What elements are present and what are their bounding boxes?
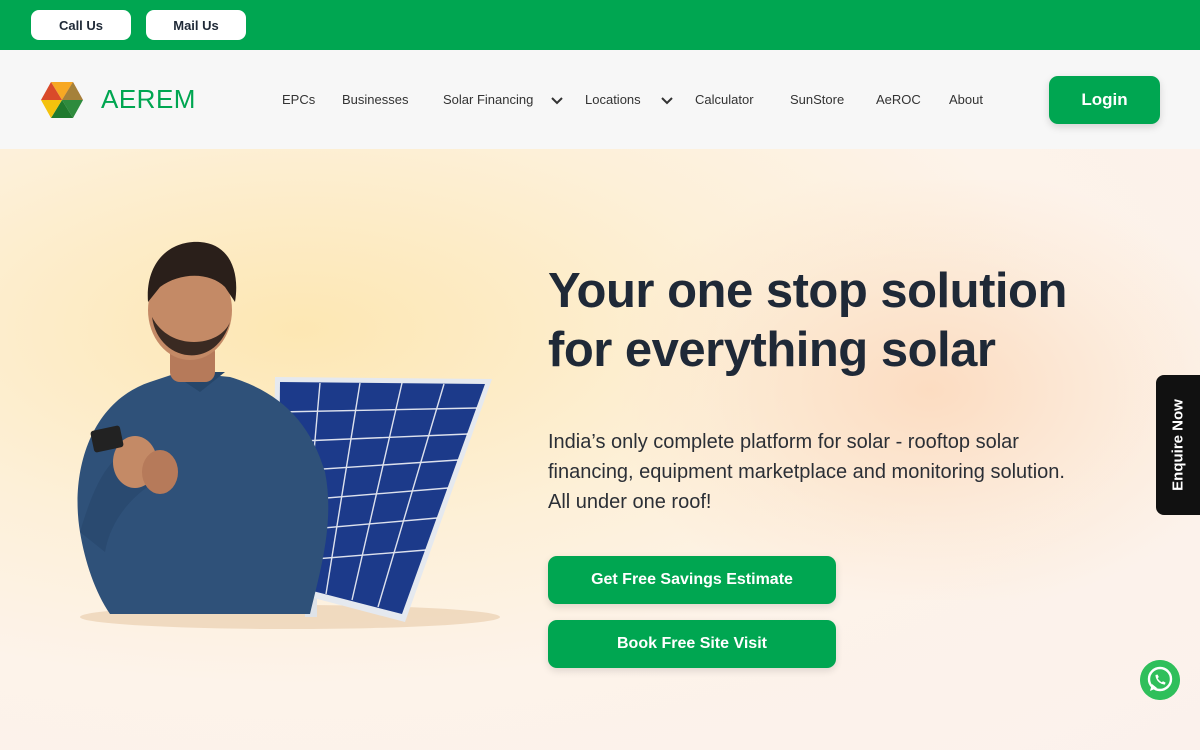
hero-illustration [77, 241, 500, 629]
hero-headline-line-1: Your one stop solution [548, 264, 1067, 318]
site-header: AEREM EPCs Businesses Solar Financing Lo… [0, 50, 1200, 149]
hero-headline: Your one stop solution for everything so… [548, 262, 1148, 380]
nav-item-locations[interactable]: Locations [585, 92, 641, 107]
book-free-site-visit-button[interactable]: Book Free Site Visit [548, 620, 836, 668]
whatsapp-icon[interactable] [1140, 660, 1180, 700]
get-free-savings-estimate-button[interactable]: Get Free Savings Estimate [548, 556, 836, 604]
hero-subtext-line-3: All under one roof! [548, 491, 712, 513]
enquire-now-label: Enquire Now [1169, 399, 1187, 491]
mail-us-button[interactable]: Mail Us [146, 10, 246, 40]
nav-item-businesses[interactable]: Businesses [342, 92, 408, 107]
nav-item-aeroc[interactable]: AeROC [876, 92, 921, 107]
hero-subtext-line-2: financing, equipment marketplace and mon… [548, 461, 1065, 483]
hero-subtext-line-1: India’s only complete platform for solar… [548, 431, 1019, 453]
nav-item-solar-financing[interactable]: Solar Financing [443, 92, 533, 107]
aerem-logo-icon[interactable] [40, 81, 84, 119]
nav-item-epcs[interactable]: EPCs [282, 92, 315, 107]
hero-subtext: India’s only complete platform for solar… [548, 427, 1168, 517]
nav-item-sunstore[interactable]: SunStore [790, 92, 844, 107]
hero-headline-line-2: for everything solar [548, 323, 996, 377]
brand-name[interactable]: AEREM [101, 84, 196, 115]
enquire-now-tab[interactable]: Enquire Now [1156, 375, 1200, 515]
nav-item-about[interactable]: About [949, 92, 983, 107]
login-button[interactable]: Login [1049, 76, 1160, 124]
person-icon [77, 241, 329, 614]
chevron-down-icon[interactable] [550, 94, 564, 108]
call-us-button[interactable]: Call Us [31, 10, 131, 40]
top-bar: Call Us Mail Us [0, 0, 1200, 50]
chevron-down-icon[interactable] [660, 94, 674, 108]
nav-item-calculator[interactable]: Calculator [695, 92, 754, 107]
hero-glow [620, 180, 1200, 600]
